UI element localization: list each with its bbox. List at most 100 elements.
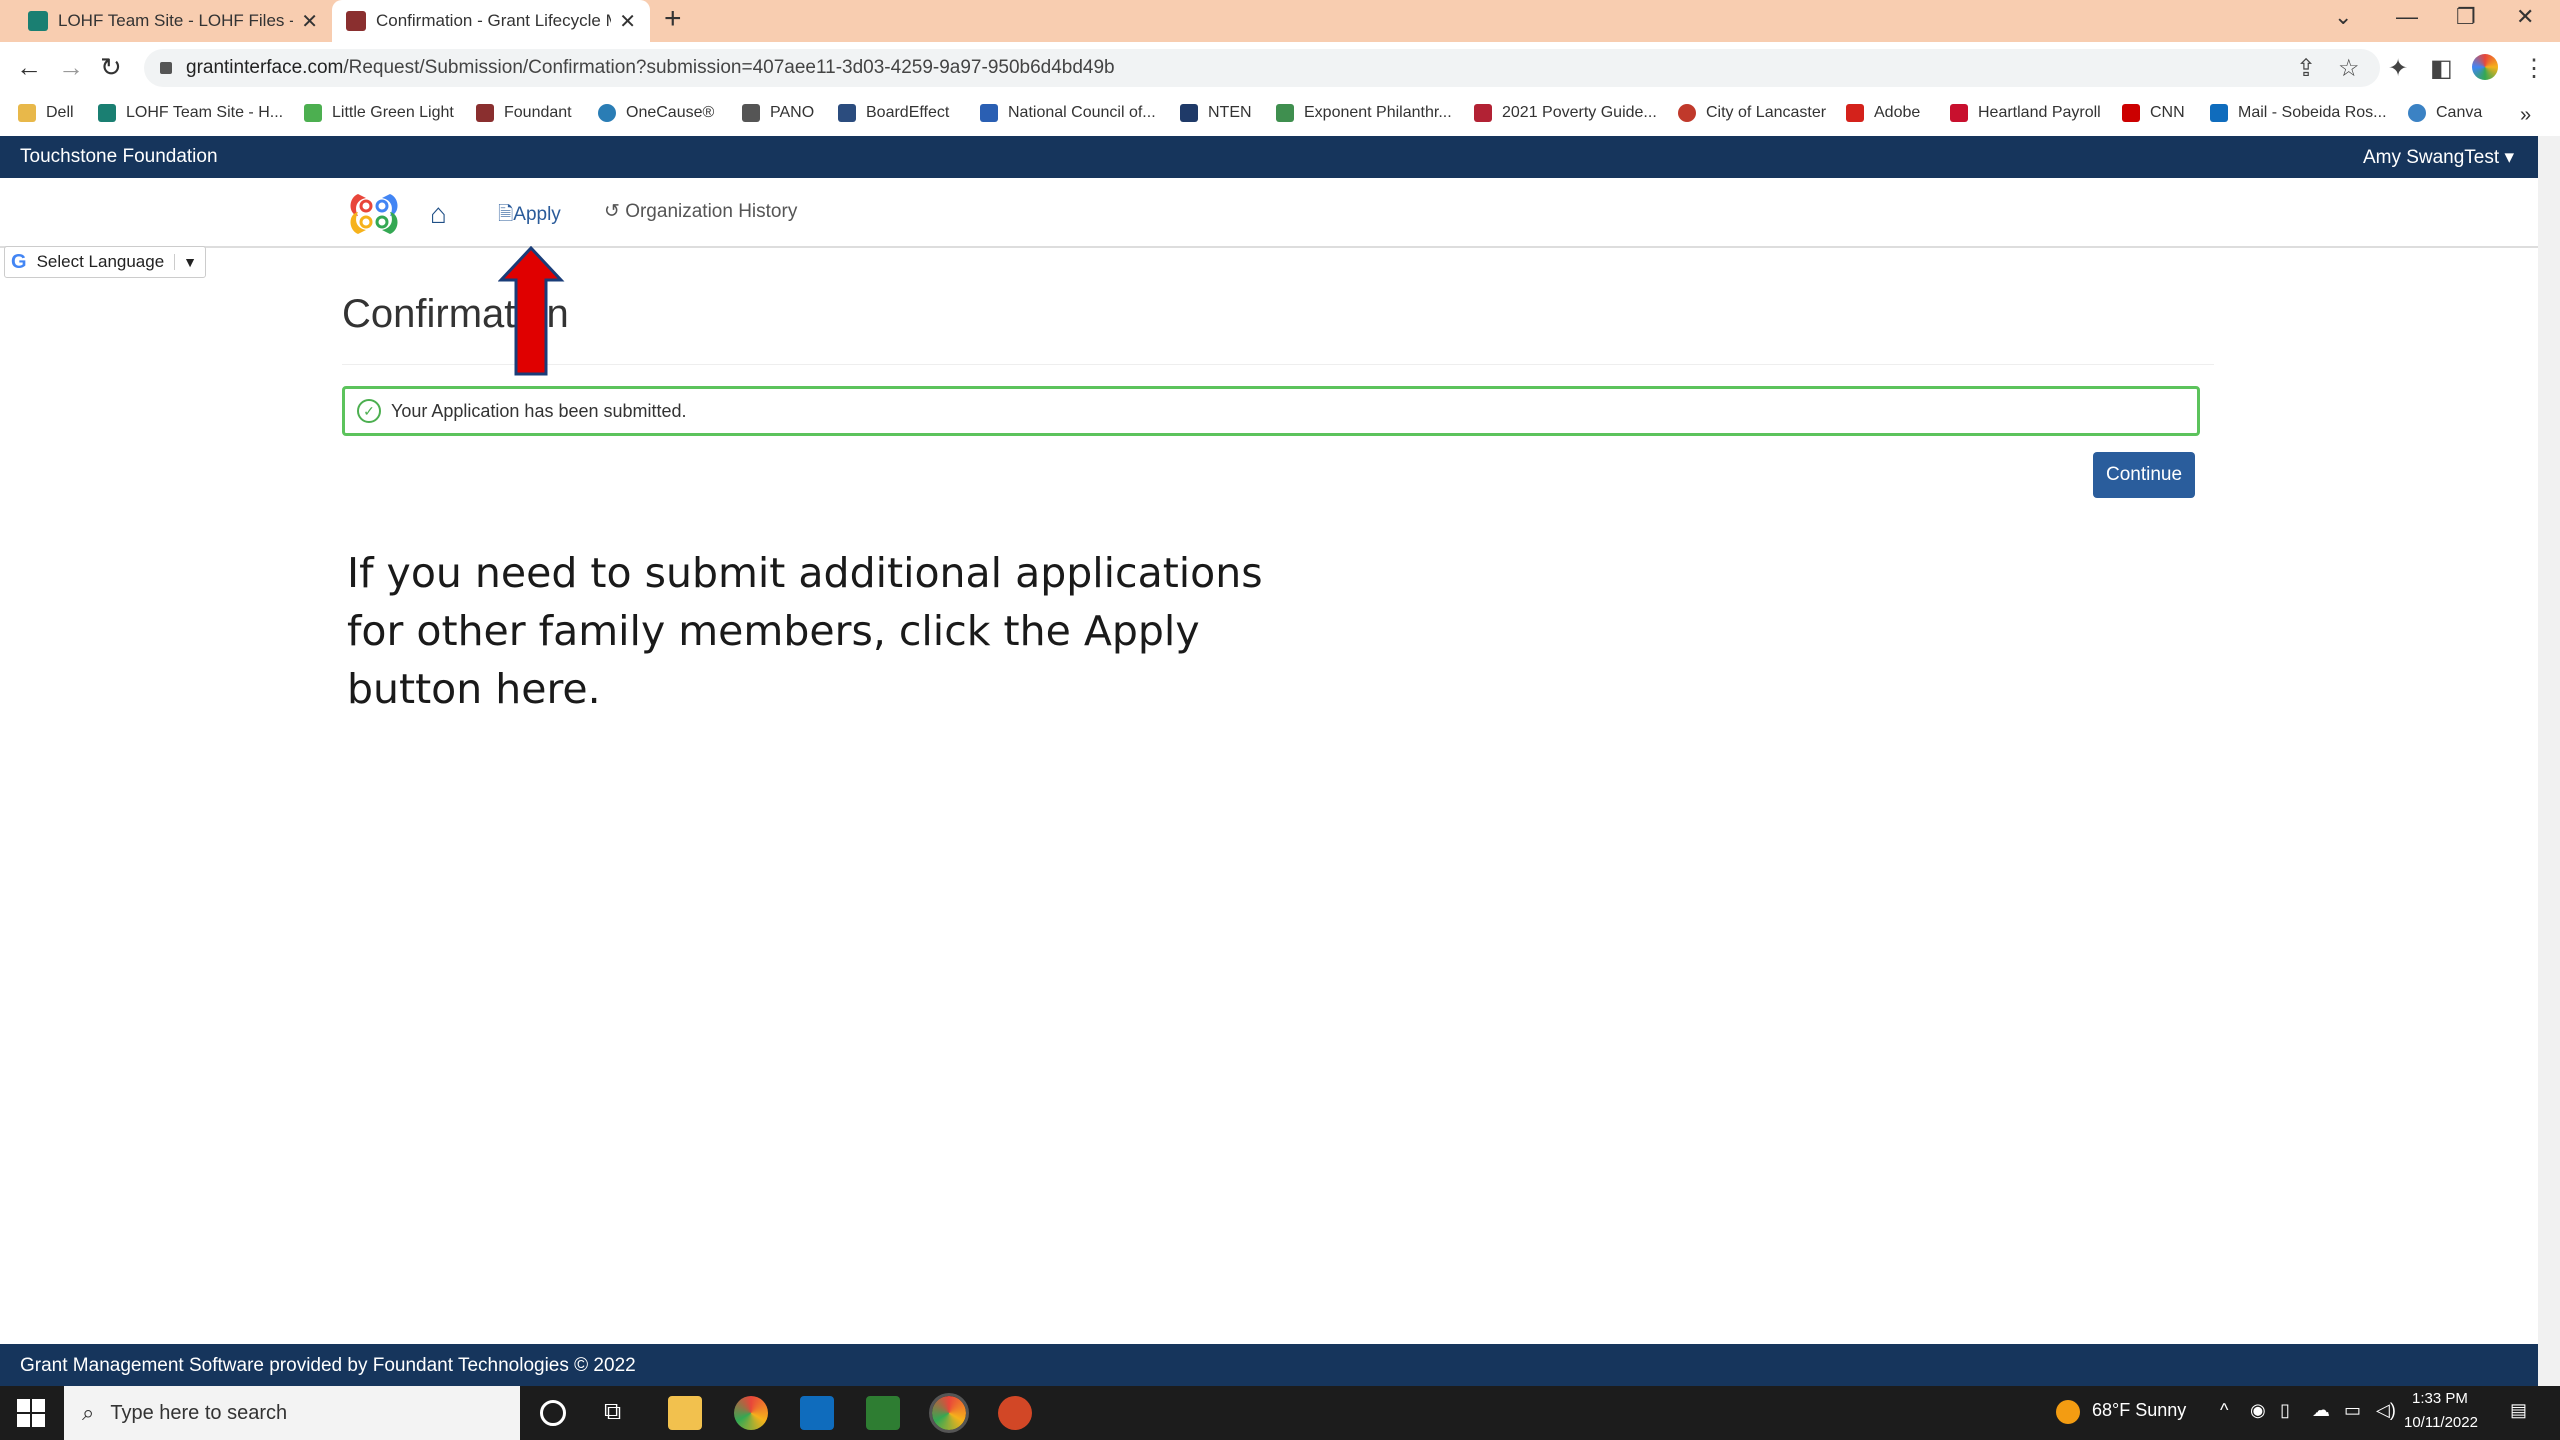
powerpoint-icon[interactable]: [998, 1396, 1032, 1430]
side-panel-icon[interactable]: ◧: [2430, 54, 2453, 83]
tab-title: Confirmation - Grant Lifecycle M: [376, 11, 612, 30]
volume-icon[interactable]: ◁): [2376, 1400, 2396, 1421]
check-circle-icon: ✓: [357, 399, 381, 423]
bookmark-poverty-guidelines[interactable]: 2021 Poverty Guide...: [1474, 104, 1657, 122]
tray-device-icon[interactable]: ▯: [2280, 1400, 2290, 1421]
bookmark-label: Foundant: [504, 104, 572, 121]
outlook-icon[interactable]: [800, 1396, 834, 1430]
history-icon: ↺: [604, 201, 626, 222]
foundant-favicon-icon: [346, 11, 366, 31]
tab-title: LOHF Team Site - LOHF Files - All: [58, 11, 294, 30]
browser-tab-lohf[interactable]: LOHF Team Site - LOHF Files - All ✕: [14, 0, 332, 42]
cortana-icon[interactable]: [540, 1400, 566, 1426]
google-g-icon: G: [11, 250, 27, 273]
nten-icon: [1180, 104, 1198, 122]
us-flag-icon: [1474, 104, 1492, 122]
weather-text[interactable]: 68°F Sunny: [2092, 1400, 2186, 1421]
user-menu[interactable]: Amy SwangTest ▾: [2363, 146, 2514, 169]
alert-message: Your Application has been submitted.: [391, 400, 687, 421]
tray-app-icon[interactable]: ◉: [2250, 1400, 2266, 1421]
close-tab-icon[interactable]: ✕: [619, 9, 636, 34]
search-placeholder: Type here to search: [110, 1401, 288, 1424]
bookmark-lohf-team-site[interactable]: LOHF Team Site - H...: [98, 104, 283, 122]
tray-chevron-icon[interactable]: ^: [2220, 1400, 2228, 1421]
reload-icon[interactable]: ↻: [100, 52, 122, 83]
minimize-icon[interactable]: —: [2396, 4, 2418, 30]
bookmark-heartland-payroll[interactable]: Heartland Payroll: [1950, 104, 2101, 122]
clock-time[interactable]: 1:33 PM: [2412, 1390, 2468, 1407]
org-name[interactable]: Touchstone Foundation: [20, 146, 218, 168]
language-select[interactable]: G Select Language ▼: [4, 246, 206, 278]
bookmark-onecause[interactable]: OneCause®: [598, 104, 714, 122]
chrome-active-icon[interactable]: [929, 1393, 969, 1433]
success-alert: ✓ Your Application has been submitted.: [342, 386, 2200, 436]
lock-icon: [160, 62, 172, 74]
taskbar-search-box[interactable]: ⌕ Type here to search: [64, 1386, 520, 1440]
bookmark-cnn[interactable]: CNN: [2122, 104, 2185, 122]
bookmark-pano[interactable]: PANO: [742, 104, 814, 122]
bookmark-canva[interactable]: Canva: [2408, 104, 2482, 122]
network-icon[interactable]: ▭: [2344, 1400, 2361, 1421]
bookmark-label: Heartland Payroll: [1978, 104, 2101, 121]
page-scrollbar[interactable]: [2538, 136, 2560, 1386]
more-bookmarks-chevron-icon[interactable]: »: [2520, 104, 2531, 127]
red-arrow-annotation-icon: [498, 246, 565, 376]
apply-label: Apply: [513, 204, 561, 225]
language-label: Select Language: [36, 252, 165, 271]
user-name: Amy SwangTest: [2362, 147, 2500, 168]
document-icon: 🗎: [498, 204, 514, 225]
windows-start-icon[interactable]: [16, 1398, 46, 1428]
back-arrow-icon[interactable]: ←: [16, 52, 42, 83]
bookmark-nten[interactable]: NTEN: [1180, 104, 1252, 122]
share-icon[interactable]: ⇪: [2296, 54, 2316, 83]
bookmark-city-of-lancaster[interactable]: City of Lancaster: [1678, 104, 1826, 122]
continue-button[interactable]: Continue: [2093, 452, 2195, 498]
bookmark-label: Little Green Light: [332, 104, 454, 121]
bookmark-national-council[interactable]: National Council of...: [980, 104, 1156, 122]
profile-avatar-icon[interactable]: [2472, 54, 2498, 80]
sn-app-icon[interactable]: [866, 1396, 900, 1430]
foundant-logo[interactable]: [344, 184, 404, 244]
bookmark-boardeffect[interactable]: BoardEffect: [838, 104, 949, 122]
nav-organization-history-link[interactable]: ↺ Organization History: [604, 200, 797, 223]
bookmark-label: PANO: [770, 104, 815, 121]
bookmark-label: 2021 Poverty Guide...: [1502, 104, 1657, 121]
outlook-icon: [2210, 104, 2228, 122]
site-footer: Grant Management Software provided by Fo…: [0, 1344, 2538, 1386]
restore-icon[interactable]: ❐: [2456, 4, 2476, 30]
file-explorer-icon[interactable]: [668, 1396, 702, 1430]
sharepoint-favicon-icon: [28, 11, 48, 31]
home-icon[interactable]: ⌂: [430, 198, 447, 230]
clock-date[interactable]: 10/11/2022: [2404, 1414, 2478, 1431]
bookmark-adobe[interactable]: Adobe: [1846, 104, 1920, 122]
notifications-icon[interactable]: ▤: [2510, 1400, 2527, 1421]
adobe-icon: [1846, 104, 1864, 122]
bookmark-star-icon[interactable]: ☆: [2338, 54, 2360, 83]
bookmark-exponent-philanthropy[interactable]: Exponent Philanthr...: [1276, 104, 1452, 122]
bookmark-label: CNN: [2150, 104, 2185, 121]
exponent-icon: [1276, 104, 1294, 122]
extensions-puzzle-icon[interactable]: ✦: [2388, 54, 2408, 83]
onedrive-cloud-icon[interactable]: ☁: [2312, 1400, 2330, 1421]
tab-search-chevron-icon[interactable]: ⌄: [2334, 4, 2352, 30]
new-tab-plus-icon[interactable]: +: [664, 2, 682, 36]
address-bar[interactable]: grantinterface.com/Request/Submission/Co…: [144, 49, 2380, 87]
bookmark-label: City of Lancaster: [1706, 104, 1827, 121]
org-history-label: Organization History: [625, 201, 798, 222]
bookmark-dell[interactable]: Dell: [18, 104, 74, 122]
nav-apply-link[interactable]: 🗎Apply: [498, 200, 561, 232]
pano-icon: [742, 104, 760, 122]
chrome-icon[interactable]: [734, 1396, 768, 1430]
bookmark-foundant[interactable]: Foundant: [476, 104, 572, 122]
browser-toolbar: ← → ↻ grantinterface.com/Request/Submiss…: [0, 42, 2560, 94]
site-nav: ⌂ 🗎Apply ↺ Organization History: [0, 178, 2538, 248]
browser-tab-confirmation[interactable]: Confirmation - Grant Lifecycle M ✕: [332, 0, 650, 42]
task-view-icon[interactable]: ⧉: [604, 1398, 638, 1432]
bookmark-label: NTEN: [1208, 104, 1252, 121]
kebab-menu-icon[interactable]: ⋮: [2522, 54, 2546, 83]
close-tab-icon[interactable]: ✕: [301, 9, 318, 34]
bookmark-little-green-light[interactable]: Little Green Light: [304, 104, 454, 122]
forward-arrow-icon[interactable]: →: [58, 52, 84, 83]
close-window-icon[interactable]: ✕: [2516, 4, 2534, 30]
bookmark-mail[interactable]: Mail - Sobeida Ros...: [2210, 104, 2387, 122]
